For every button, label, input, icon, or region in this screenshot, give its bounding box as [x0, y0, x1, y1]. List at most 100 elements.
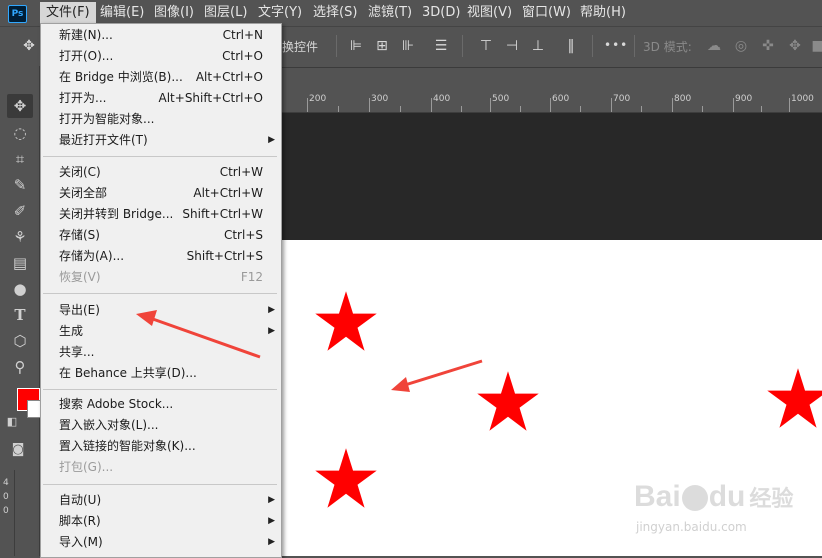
pan-3d-icon[interactable]: ✜ [758, 36, 778, 56]
menu-item-generate[interactable]: 生成 ▶ [41, 321, 281, 342]
submenu-arrow-icon: ▶ [268, 495, 275, 505]
menu-item-search-stock[interactable]: 搜索 Adobe Stock... [41, 394, 281, 415]
baidu-jingyan-watermark: Bai du 经验 jingyan.baidu.com [634, 480, 793, 540]
lasso-tool-icon[interactable]: ◌ [7, 121, 33, 145]
menu-item-save-as[interactable]: 存储为(A)... Shift+Ctrl+S [41, 246, 281, 267]
ruler-label: 600 [552, 94, 570, 104]
menu-item-recent-files[interactable]: 最近打开文件(T) ▶ [41, 130, 281, 151]
menu-item-place-linked[interactable]: 置入链接的智能对象(K)... [41, 436, 281, 457]
roll-3d-icon[interactable]: ◎ [731, 36, 751, 56]
menu-layer[interactable]: 图层(L) [198, 2, 253, 24]
3d-mode-label: 3D 模式: [643, 40, 692, 54]
menu-item-close-go-bridge[interactable]: 关闭并转到 Bridge... Shift+Ctrl+W [41, 204, 281, 225]
menu-item-revert: 恢复(V) F12 [59, 270, 263, 284]
ruler-label: 4 [3, 478, 9, 488]
watermark-url: jingyan.baidu.com [636, 520, 747, 534]
zoom-tool-icon[interactable]: ⚲ [7, 355, 33, 379]
scale-3d-icon[interactable]: ■ [808, 36, 822, 56]
menu-filter[interactable]: 滤镜(T) [362, 2, 418, 24]
watermark-cn: 经验 [749, 486, 794, 511]
ruler-label: 0 [3, 492, 9, 502]
dodge-tool-icon[interactable]: ● [7, 277, 33, 301]
submenu-arrow-icon: ▶ [268, 326, 275, 336]
menu-item-scripts[interactable]: 脚本(R) ▶ [41, 511, 281, 532]
menu-separator [43, 484, 277, 485]
type-tool-icon[interactable]: T [7, 303, 33, 327]
star-shape[interactable] [314, 291, 378, 353]
submenu-arrow-icon: ▶ [268, 537, 275, 547]
slide-3d-icon[interactable]: ✥ [785, 36, 805, 56]
brush-tool-icon[interactable]: ✐ [7, 199, 33, 223]
align-vcenter-icon[interactable]: ⊣ [502, 36, 522, 56]
menu-item-place-embedded[interactable]: 置入嵌入对象(L)... [41, 415, 281, 436]
submenu-arrow-icon: ▶ [268, 516, 275, 526]
ruler-label: 0 [3, 506, 9, 516]
align-hcenter-icon[interactable]: ⊞ [372, 36, 392, 56]
separator [462, 35, 463, 57]
default-colors-icon[interactable]: ◧ [4, 410, 20, 434]
menu-item-import[interactable]: 导入(M) ▶ [41, 532, 281, 553]
watermark-brand: Bai [634, 480, 681, 513]
menu-item-open[interactable]: 打开(O)... Ctrl+O [41, 46, 281, 67]
separator [336, 35, 337, 57]
ruler-label: 700 [613, 94, 631, 104]
align-left-icon[interactable]: ⊫ [346, 36, 366, 56]
more-options-icon[interactable]: ••• [604, 38, 628, 52]
move-tool-icon[interactable]: ✥ [7, 94, 33, 118]
menu-edit[interactable]: 编辑(E) [94, 2, 150, 24]
menu-image[interactable]: 图像(I) [148, 2, 200, 24]
distribute-icon[interactable]: ☰ [431, 36, 451, 56]
menu-view[interactable]: 视图(V) [461, 2, 518, 24]
menu-window[interactable]: 窗口(W) [516, 2, 577, 24]
crop-tool-icon[interactable]: ⌗ [7, 147, 33, 171]
ruler-vertical: 4 0 0 [0, 470, 15, 556]
menu-item-open-smart-object[interactable]: 打开为智能对象... [41, 109, 281, 130]
menu-separator [43, 389, 277, 390]
menu-item-share-behance[interactable]: 在 Behance 上共享(D)... [41, 363, 281, 384]
transform-controls-label[interactable]: 换控件 [282, 38, 318, 55]
star-shape[interactable] [314, 448, 378, 510]
menu-item-close-all[interactable]: 关闭全部 Alt+Ctrl+W [41, 183, 281, 204]
ruler-horizontal: 200 300 400 500 600 700 800 900 1000 [280, 92, 822, 113]
distribute-vertical-icon[interactable]: ‖ [561, 36, 581, 56]
shape-tool-icon[interactable]: ⬡ [7, 329, 33, 353]
menu-item-open-as[interactable]: 打开为... Alt+Shift+Ctrl+O [41, 88, 281, 109]
menu-type[interactable]: 文字(Y) [252, 2, 308, 24]
move-tool-icon[interactable]: ✥ [19, 36, 39, 56]
menu-help[interactable]: 帮助(H) [574, 2, 632, 24]
eyedropper-tool-icon[interactable]: ✎ [7, 173, 33, 197]
pasteboard [280, 113, 822, 240]
submenu-arrow-icon: ▶ [268, 135, 275, 145]
file-menu-dropdown: 新建(N)... Ctrl+N 打开(O)... Ctrl+O 在 Bridge 中… [40, 23, 282, 558]
menu-select[interactable]: 选择(S) [307, 2, 363, 24]
align-top-icon[interactable]: ⊤ [476, 36, 496, 56]
menu-item-automate[interactable]: 自动(U) ▶ [41, 490, 281, 511]
separator [592, 35, 593, 57]
menu-3d[interactable]: 3D(D) [416, 2, 466, 24]
menu-item-package: 打包(G)... [59, 460, 114, 474]
photoshop-logo-icon[interactable]: Ps [8, 5, 27, 23]
menu-file[interactable]: 文件(F) [40, 2, 96, 24]
align-bottom-icon[interactable]: ⊥ [528, 36, 548, 56]
ruler-label: 500 [492, 94, 510, 104]
star-shape[interactable] [476, 371, 540, 433]
clone-stamp-tool-icon[interactable]: ⚘ [7, 225, 33, 249]
quick-mask-icon[interactable]: ◙ [5, 438, 31, 462]
ruler-label: 1000 [791, 94, 814, 104]
menu-item-close[interactable]: 关闭(C) Ctrl+W [41, 162, 281, 183]
star-shape[interactable] [766, 368, 822, 430]
orbit-3d-icon[interactable]: ☁ [704, 36, 724, 56]
align-right-icon[interactable]: ⊪ [398, 36, 418, 56]
gradient-tool-icon[interactable]: ▤ [7, 251, 33, 275]
watermark-brand2: du [708, 480, 746, 513]
ruler-label: 200 [309, 94, 327, 104]
ruler-label: 300 [371, 94, 389, 104]
menu-item-new[interactable]: 新建(N)... Ctrl+N [41, 25, 281, 46]
menu-item-browse-bridge[interactable]: 在 Bridge 中浏览(B)... Alt+Ctrl+O [41, 67, 281, 88]
menu-item-export[interactable]: 导出(E) ▶ [41, 300, 281, 321]
ruler-label: 900 [735, 94, 753, 104]
menu-separator [43, 156, 277, 157]
ruler-label: 400 [433, 94, 451, 104]
menu-item-save[interactable]: 存储(S) Ctrl+S [41, 225, 281, 246]
menu-item-share[interactable]: 共享... [41, 342, 281, 363]
